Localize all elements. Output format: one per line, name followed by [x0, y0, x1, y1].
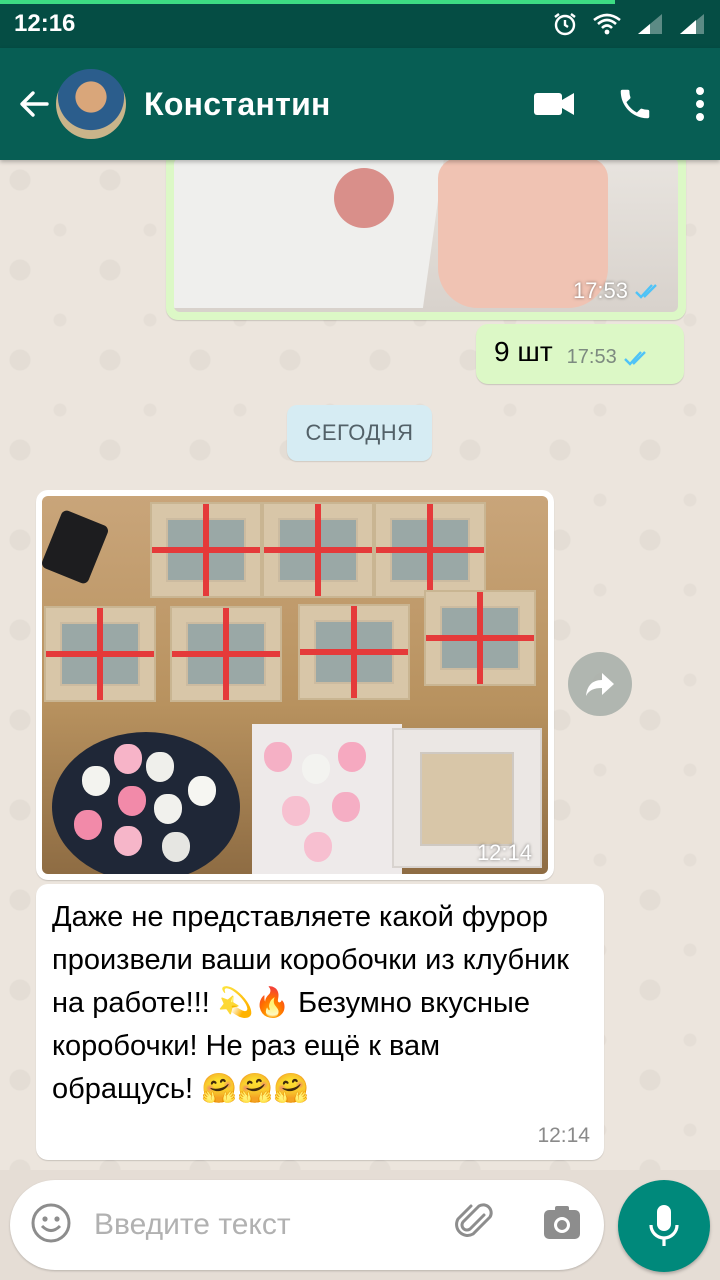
- mic-icon: [649, 1205, 679, 1246]
- arrow-back-icon: [20, 91, 49, 117]
- incoming-photo-message[interactable]: 12:14: [36, 490, 554, 880]
- video-call-button[interactable]: [532, 89, 576, 119]
- camera-button[interactable]: [542, 1205, 582, 1246]
- back-button[interactable]: [14, 84, 54, 124]
- avatar[interactable]: [56, 69, 126, 139]
- forward-icon: [586, 673, 614, 696]
- signal-icon: [678, 12, 706, 36]
- message-time: 17:53: [566, 346, 617, 368]
- voice-message-button[interactable]: [618, 1180, 710, 1272]
- message-text: 9 шт: [494, 336, 553, 367]
- photo-content: [174, 160, 444, 308]
- outgoing-text-message[interactable]: 9 шт 17:53: [476, 324, 684, 384]
- more-vert-icon: [696, 87, 704, 121]
- emoji-button[interactable]: [30, 1202, 72, 1249]
- message-time: 12:14: [476, 840, 532, 865]
- chat-area[interactable]: 17:53 9 шт 17:53 СЕГОДНЯ 12:14 Даже не п…: [0, 160, 720, 1170]
- chat-header: Константин: [0, 48, 720, 160]
- double-check-icon: [635, 284, 657, 299]
- header-actions: [532, 85, 706, 123]
- outgoing-photo-message[interactable]: 17:53: [166, 160, 686, 320]
- emoji-icon: [31, 1203, 71, 1242]
- alarm-icon: [552, 11, 578, 37]
- message-time: 12:14: [537, 1124, 590, 1147]
- message-time: 17:53: [572, 278, 628, 303]
- message-composer: [10, 1180, 604, 1270]
- composer-tools: [454, 1201, 582, 1250]
- message-input[interactable]: [94, 1208, 454, 1242]
- date-separator: СЕГОДНЯ: [287, 405, 432, 461]
- signal-icon: [636, 12, 664, 36]
- message-meta: 17:53: [573, 278, 662, 304]
- attach-button[interactable]: [454, 1201, 498, 1250]
- voice-call-button[interactable]: [616, 85, 654, 123]
- double-check-icon: [623, 350, 646, 366]
- video-call-icon: [534, 93, 574, 115]
- message-meta: 17:53: [567, 346, 651, 369]
- contact-name[interactable]: Константин: [144, 86, 331, 123]
- message-text: Даже не представляете какой фурор произв…: [52, 901, 569, 1105]
- more-options-button[interactable]: [694, 86, 706, 122]
- message-photo[interactable]: 12:14: [42, 496, 548, 874]
- status-time: 12:16: [14, 10, 76, 37]
- incoming-text-message[interactable]: Даже не представляете какой фурор произв…: [36, 884, 604, 1160]
- attach-icon: [455, 1202, 493, 1237]
- wifi-icon: [592, 12, 622, 36]
- message-photo[interactable]: 17:53: [174, 160, 678, 312]
- status-icons: [552, 11, 706, 37]
- forward-button[interactable]: [568, 652, 632, 716]
- phone-icon: [620, 89, 650, 119]
- camera-icon: [544, 1205, 580, 1239]
- message-meta: 12:14: [477, 840, 532, 866]
- status-bar: 12:16: [0, 0, 720, 48]
